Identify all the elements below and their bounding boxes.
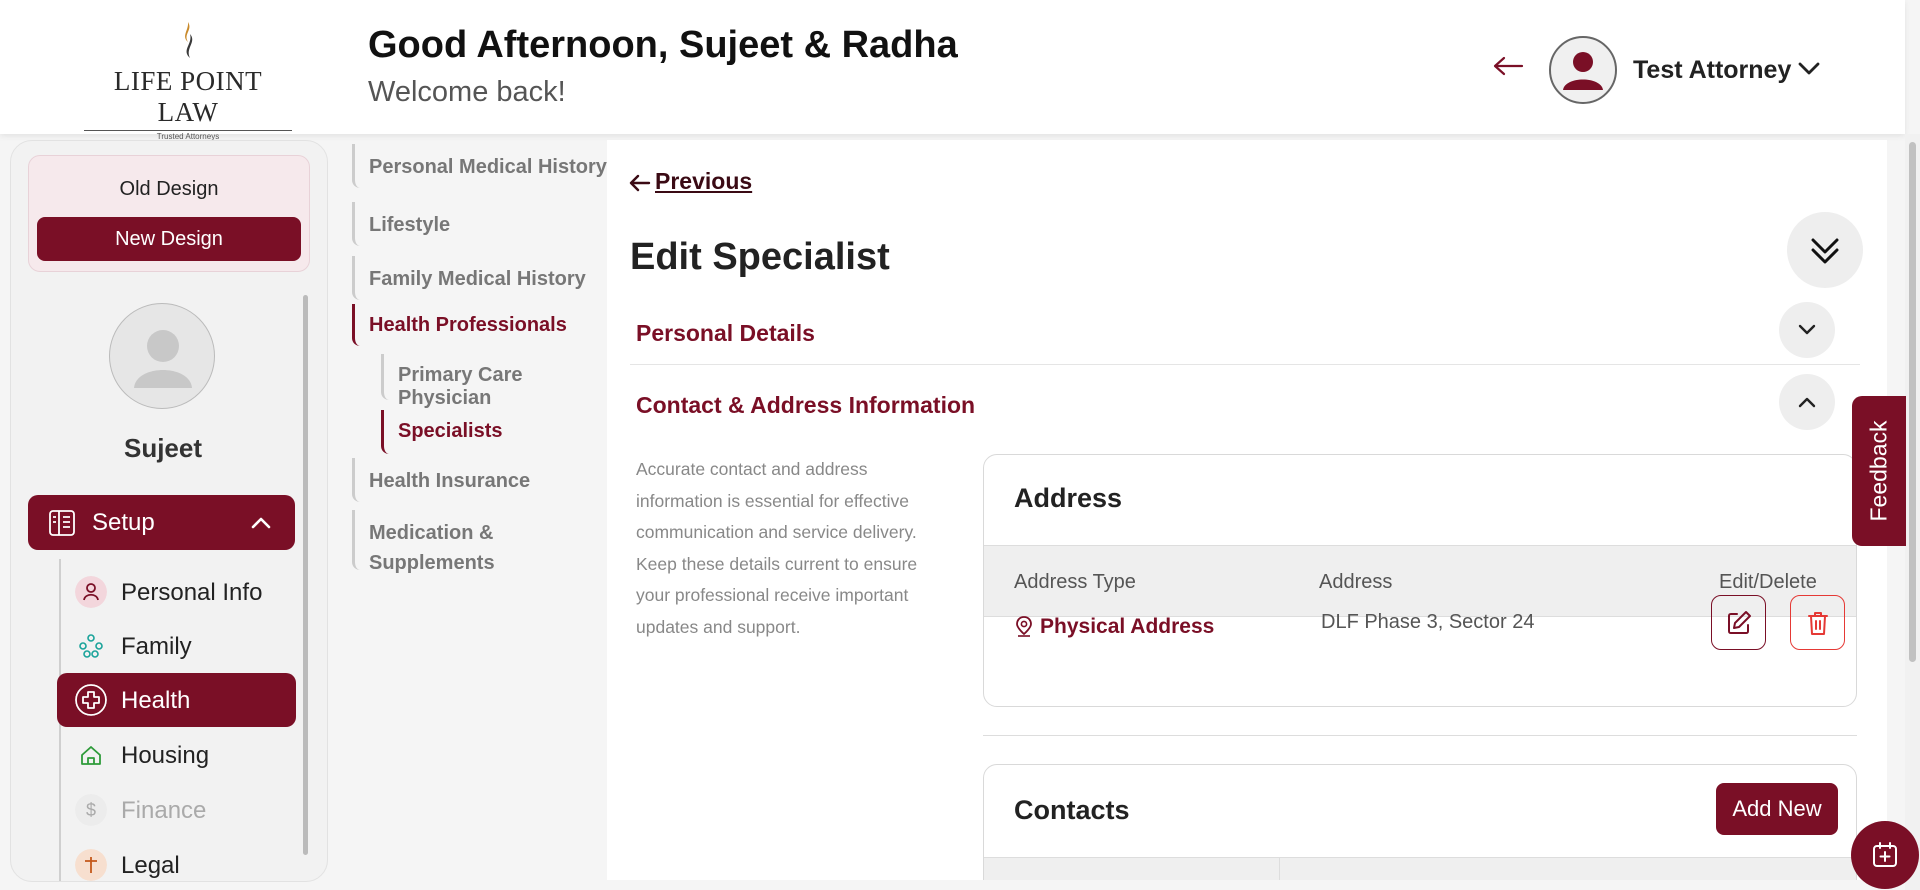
page-scrollbar-thumb[interactable] [1909, 142, 1916, 662]
contacts-card-title: Contacts [1014, 795, 1130, 825]
subnav-health-professionals[interactable]: Health Professionals [352, 304, 567, 346]
logo[interactable]: LIFE POINT LAW Trusted Attorneys [84, 20, 292, 141]
contacts-card: Contacts Add New [983, 764, 1857, 880]
section-personal-details-title[interactable]: Personal Details [636, 320, 815, 347]
sidebar-item-legal[interactable]: Legal [57, 838, 296, 881]
sidebar-item-finance[interactable]: $ Finance [57, 783, 296, 837]
greeting-title: Good Afternoon, Sujeet & Radha [368, 24, 958, 66]
edit-icon [1728, 611, 1751, 634]
trash-icon [1808, 612, 1828, 635]
previous-label: Previous [655, 168, 753, 194]
sidebar-item-family[interactable]: Family [57, 619, 296, 673]
back-arrow-icon[interactable] [1492, 54, 1524, 78]
subnav-medication-supplements[interactable]: Medication & Supplements [352, 510, 495, 574]
feedback-tab[interactable]: Feedback [1852, 396, 1906, 546]
sidebar-item-label: Personal Info [121, 579, 263, 606]
delete-address-button[interactable] [1790, 595, 1845, 650]
subnav-primary-care-physician[interactable]: Primary Care Physician [381, 354, 610, 409]
section-description: Accurate contact and address information… [636, 459, 918, 637]
column-separator [1279, 858, 1280, 880]
column-header: Edit/Delete [1719, 571, 1817, 593]
sidebar-item-label: Finance [121, 797, 207, 824]
page-scrollbar[interactable] [1905, 134, 1920, 890]
svg-text:$: $ [86, 800, 96, 820]
subnav-lifestyle[interactable]: Lifestyle [352, 202, 450, 246]
subnav-personal-medical-history[interactable]: Personal Medical History [352, 144, 607, 188]
subnav-health-insurance[interactable]: Health Insurance [352, 458, 530, 502]
design-toggle: Old Design New Design [28, 155, 310, 272]
legal-icon [75, 849, 107, 881]
main-panel: Previous Edit Specialist Personal Detail… [607, 140, 1887, 880]
floating-action-button[interactable] [1851, 821, 1919, 889]
previous-link[interactable]: Previous [629, 168, 752, 195]
section-divider [630, 364, 1860, 365]
new-design-button[interactable]: New Design [37, 217, 301, 261]
chevron-down-icon [1798, 324, 1816, 335]
sidebar-item-label: Family [121, 633, 192, 660]
subnav-medication-line1: Medication & [369, 522, 494, 544]
sidebar-item-label: Health [121, 687, 191, 714]
setup-label: Setup [92, 509, 155, 536]
sidebar-item-personal-info[interactable]: Personal Info [57, 565, 296, 619]
person-placeholder-icon [134, 330, 192, 388]
logo-flame-icon [185, 22, 193, 58]
subnav-specialists[interactable]: Specialists [381, 410, 503, 454]
top-header: LIFE POINT LAW Trusted Attorneys Good Af… [0, 0, 1905, 141]
book-icon [49, 510, 75, 536]
left-sidebar: Old Design New Design Sujeet Setup Perso… [10, 140, 328, 882]
sidebar-item-health[interactable]: Health [57, 673, 296, 727]
user-avatar[interactable] [1549, 36, 1617, 104]
profile-avatar[interactable] [109, 303, 215, 409]
cards-divider [983, 735, 1857, 736]
address-card-title: Address [1014, 483, 1123, 513]
add-new-contact-button[interactable]: Add New [1716, 783, 1838, 835]
contacts-table-header [984, 857, 1856, 880]
calendar-add-icon [1873, 842, 1897, 867]
location-pin-icon [1016, 616, 1032, 637]
address-type-cell: Physical Address [1014, 615, 1214, 639]
chevron-down-icon[interactable] [1796, 58, 1822, 78]
user-avatar-icon [1563, 52, 1603, 90]
health-subnav: Personal Medical History Lifestyle Famil… [340, 140, 610, 880]
logo-text: LIFE POINT LAW [113, 66, 263, 127]
subnav-medication-line2: Supplements [369, 552, 495, 574]
subnav-family-medical-history[interactable]: Family Medical History [352, 256, 586, 300]
double-chevron-down-icon [1811, 238, 1839, 264]
address-card: Address Address Type Address Edit/Delete… [983, 454, 1857, 707]
old-design-button[interactable]: Old Design [29, 178, 309, 201]
profile-name: Sujeet [123, 433, 203, 463]
sidebar-item-housing[interactable]: Housing [57, 728, 296, 782]
chevron-up-icon [251, 517, 271, 529]
section-contact-toggle[interactable] [1779, 374, 1835, 430]
column-header: Address Type [1014, 571, 1136, 593]
user-name[interactable]: Test Attorney [1633, 56, 1791, 85]
sidebar-scrollbar[interactable] [303, 295, 308, 855]
sidebar-item-label: Legal [121, 852, 180, 879]
sidebar-item-label: Housing [121, 742, 210, 769]
setup-menu-button[interactable]: Setup [28, 495, 295, 550]
page-title: Edit Specialist [630, 236, 890, 278]
person-icon [75, 576, 107, 608]
health-cross-icon [75, 684, 107, 716]
section-personal-details-toggle[interactable] [1779, 302, 1835, 358]
section-contact-title[interactable]: Contact & Address Information [636, 392, 975, 419]
dollar-icon: $ [75, 794, 107, 826]
arrow-left-icon [629, 174, 651, 192]
collapse-all-button[interactable] [1787, 212, 1863, 288]
address-value-cell: DLF Phase 3, Sector 24 [1321, 611, 1535, 633]
address-type-label: Physical Address [1040, 615, 1215, 638]
feedback-label: Feedback [1865, 420, 1892, 522]
column-header: Address [1319, 571, 1393, 593]
chevron-up-icon [1798, 397, 1816, 408]
edit-address-button[interactable] [1711, 595, 1766, 650]
family-icon [75, 630, 107, 662]
welcome-text: Welcome back! [368, 76, 566, 108]
home-icon [75, 739, 107, 771]
